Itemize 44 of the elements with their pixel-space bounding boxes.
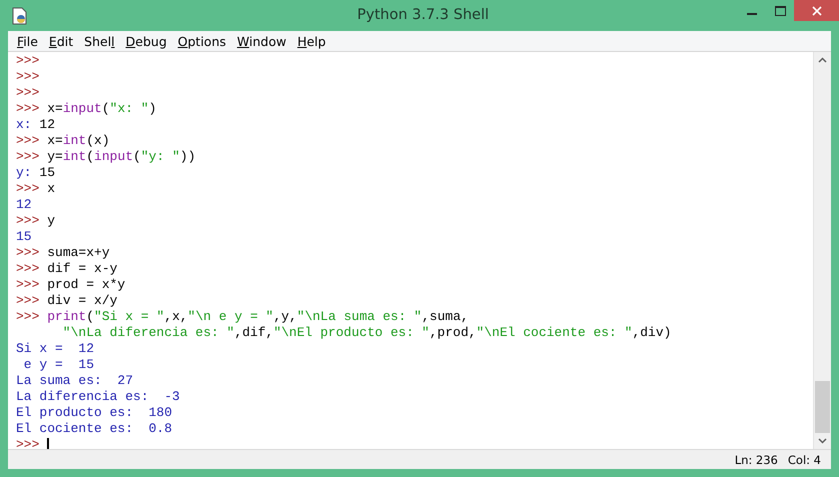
code-line: >>> y: [16, 213, 56, 229]
code-line: >>>: [16, 85, 40, 101]
code-line: >>> x=input("x: "): [16, 101, 156, 117]
maximize-icon[interactable]: [774, 6, 786, 16]
menu-item[interactable]: Shell: [81, 34, 121, 48]
menu-item[interactable]: Help: [294, 34, 332, 48]
code-line: 15: [16, 229, 32, 245]
code-line: El cociente es: 0.8: [16, 421, 172, 437]
code-line: El producto es: 180: [16, 405, 172, 421]
line-number: Ln: 236: [734, 452, 778, 466]
close-button[interactable]: [794, 0, 839, 21]
code-line: >>>: [16, 437, 50, 449]
code-line: >>> print("Si x = ",x,"\n e y = ",y,"\nLa suma es: ",suma,: [16, 309, 469, 325]
code-line: Si x = 12: [16, 341, 94, 357]
scroll-thumb[interactable]: [815, 381, 830, 433]
code-line: >>>: [16, 69, 40, 85]
code-line: >>> x: [16, 181, 56, 197]
scrollbar[interactable]: [813, 52, 831, 449]
code-line: >>> div = x/y: [16, 293, 118, 309]
code-line: 12: [16, 197, 32, 213]
app-icon[interactable]: [12, 7, 28, 25]
code-line: >>> y=int(input("y: ")): [16, 149, 196, 165]
close-icon: [812, 6, 822, 16]
code-line: e y = 15: [22, 357, 94, 373]
menu-item[interactable]: Options: [174, 34, 232, 48]
code-line: La diferencia es: -3: [16, 389, 180, 405]
menu-item[interactable]: Window: [234, 34, 292, 48]
menu-item[interactable]: File: [14, 34, 44, 48]
code-line: x: 12: [16, 117, 56, 133]
scroll-up-icon[interactable]: [818, 57, 827, 63]
menu-item[interactable]: Edit: [46, 34, 80, 48]
column-number: Col: 4: [788, 452, 821, 466]
window-title: Python 3.7.3 Shell: [357, 7, 489, 23]
code-line: >>>: [16, 53, 40, 69]
menu-item[interactable]: Debug: [122, 34, 173, 48]
code-line: >>> prod = x*y: [16, 277, 126, 293]
code-line: y: 15: [16, 165, 56, 181]
code-line: >>> suma=x+y: [16, 245, 110, 261]
code-line: >>> dif = x-y: [16, 261, 118, 277]
code-line: >>> x=int(x): [16, 133, 110, 149]
text-cursor: [47, 438, 50, 449]
scroll-down-icon[interactable]: [818, 438, 827, 444]
code-line: "\nLa diferencia es: ",dif,"\nEl producto es: ",prod,"\nEl cociente es: ",div): [62, 325, 672, 341]
code-line: La suma es: 27: [16, 373, 134, 389]
